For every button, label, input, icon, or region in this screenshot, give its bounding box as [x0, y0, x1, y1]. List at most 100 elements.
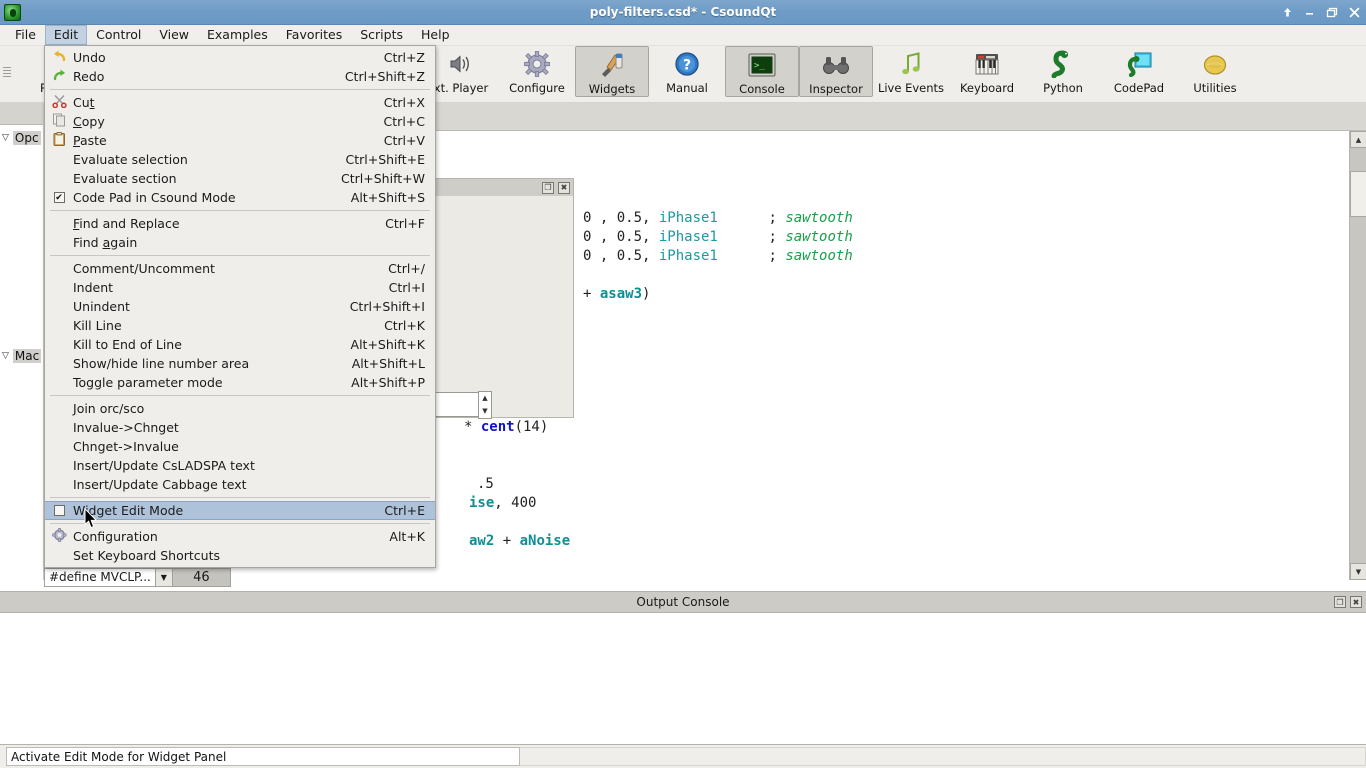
- define-combo[interactable]: #define MVCLP... ▼: [44, 567, 173, 587]
- widget-panel[interactable]: ❐ ✖ ▲ ▼: [431, 178, 574, 419]
- menu-item-find-and-replace[interactable]: Find and Replace Ctrl+F: [45, 214, 435, 233]
- code-token: asaw3: [599, 286, 643, 302]
- menu-separator: [50, 255, 430, 256]
- menu-item-evaluate-section[interactable]: Evaluate section Ctrl+Shift+W: [45, 169, 435, 188]
- spinbox-arrows[interactable]: ▲ ▼: [478, 391, 492, 419]
- spinbox[interactable]: ▲ ▼: [431, 391, 492, 419]
- menu-item-redo[interactable]: Redo Ctrl+Shift+Z: [45, 67, 435, 86]
- float-icon[interactable]: ❐: [542, 181, 554, 194]
- scroll-down-button[interactable]: ▼: [1350, 563, 1366, 580]
- menubar-item-favorites[interactable]: Favorites: [277, 25, 351, 45]
- menu-item-shortcut: Ctrl+Shift+W: [341, 171, 425, 186]
- menu-item-chnget-invalue[interactable]: Chnget->Invalue: [45, 437, 435, 456]
- code-token: .5: [477, 476, 494, 492]
- menu-item-undo[interactable]: Undo Ctrl+Z: [45, 48, 435, 67]
- toolbar-icon-wrap: [1048, 50, 1078, 80]
- edit-menu-dropdown[interactable]: Undo Ctrl+Z Redo Ctrl+Shift+Z Cut Ctrl+X Copy C…: [44, 45, 436, 568]
- code-token: 0 , 0.5,: [583, 210, 659, 226]
- float-icon[interactable]: ❐: [1334, 596, 1346, 608]
- close-icon[interactable]: ✖: [558, 181, 570, 194]
- code-token: cent: [480, 419, 515, 435]
- scroll-up-button[interactable]: ▲: [1350, 131, 1366, 148]
- toolbar-button-keyboard[interactable]: Keyboard: [949, 46, 1025, 99]
- toolbar-button-python[interactable]: Python: [1025, 46, 1101, 99]
- menubar-item-view[interactable]: View: [150, 25, 198, 45]
- sidebar-item-macros[interactable]: ▽ Mac: [0, 347, 43, 365]
- toolbar-button-label: Console: [739, 82, 785, 96]
- toolbar-drag-handle[interactable]: [3, 50, 11, 94]
- toolbar-button-live-events[interactable]: Live Events: [873, 46, 949, 99]
- config-gear-icon: [51, 528, 67, 545]
- menubar-item-control[interactable]: Control: [87, 25, 150, 45]
- toolbar-button-configure[interactable]: Configure: [499, 46, 575, 99]
- menu-item-paste[interactable]: Paste Ctrl+V: [45, 131, 435, 150]
- menu-item-copy[interactable]: Copy Ctrl+C: [45, 112, 435, 131]
- toolbar-button-console[interactable]: >_ Console: [725, 46, 799, 97]
- toolbar-button-utilities[interactable]: Utilities: [1177, 46, 1253, 99]
- menu-item-set-keyboard-shortcuts[interactable]: Set Keyboard Shortcuts: [45, 546, 435, 565]
- menu-item-label: Kill Line: [73, 318, 122, 333]
- output-console-body[interactable]: [0, 613, 1366, 745]
- menu-item-evaluate-selection[interactable]: Evaluate selection Ctrl+Shift+E: [45, 150, 435, 169]
- csound-icon: [4, 3, 21, 21]
- spinbox-down-icon[interactable]: ▼: [482, 408, 487, 415]
- menu-item-invalue-chnget[interactable]: Invalue->Chnget: [45, 418, 435, 437]
- code-token: ise: [469, 495, 495, 511]
- checkbox-checked-icon[interactable]: ✔: [53, 192, 65, 203]
- close-icon[interactable]: ✖: [1350, 596, 1362, 608]
- toolbar-button-inspector[interactable]: Inspector: [799, 46, 873, 97]
- menu-item-label: Insert/Update Cabbage text: [73, 477, 247, 492]
- minimize-icon[interactable]: [1304, 7, 1315, 18]
- code-line: ise, 400: [469, 494, 536, 513]
- sidebar-item-opcodes[interactable]: ▽ Opc: [0, 129, 43, 147]
- menu-item-kill-to-end-of-line[interactable]: Kill to End of Line Alt+Shift+K: [45, 335, 435, 354]
- menubar-item-edit[interactable]: Edit: [44, 25, 88, 45]
- menu-item-show-hide-line-number-area[interactable]: Show/hide line number area Alt+Shift+L: [45, 354, 435, 373]
- menu-item-toggle-parameter-mode[interactable]: Toggle parameter mode Alt+Shift+P: [45, 373, 435, 392]
- close-icon[interactable]: [1349, 7, 1360, 18]
- toolbar-icon-wrap: [522, 50, 552, 80]
- menu-item-cut[interactable]: Cut Ctrl+X: [45, 93, 435, 112]
- toolbar-button-codepad[interactable]: CodePad: [1101, 46, 1177, 99]
- menubar-item-examples[interactable]: Examples: [198, 25, 277, 45]
- spinbox-up-icon[interactable]: ▲: [482, 395, 487, 402]
- menubar-item-help[interactable]: Help: [412, 25, 459, 45]
- editor-vertical-scrollbar[interactable]: ▲ ▼: [1349, 131, 1366, 580]
- menu-item-insert-update-cabbage-text[interactable]: Insert/Update Cabbage text: [45, 475, 435, 494]
- menu-item-indent[interactable]: Indent Ctrl+I: [45, 278, 435, 297]
- piano-keyboard-icon: [974, 52, 1000, 79]
- menubar-item-file[interactable]: File: [6, 25, 45, 45]
- checkbox-unchecked-icon[interactable]: [53, 505, 65, 516]
- restore-icon[interactable]: [1326, 7, 1338, 18]
- scrollbar-thumb[interactable]: [1350, 171, 1366, 217]
- code-token: sawtooth: [785, 229, 853, 245]
- menu-item-insert-update-csladspa-text[interactable]: Insert/Update CsLADSPA text: [45, 456, 435, 475]
- toolbar-icon-wrap: [1124, 50, 1154, 80]
- shade-icon[interactable]: [1282, 7, 1293, 18]
- toolbar-button-label: Live Events: [877, 81, 945, 95]
- code-line: + asaw3): [583, 285, 650, 304]
- chevron-down-icon[interactable]: ▼: [154, 568, 172, 586]
- scissors-icon: [51, 94, 67, 111]
- menubar-item-scripts[interactable]: Scripts: [351, 25, 412, 45]
- sidebar-item-label: Opc: [12, 131, 41, 145]
- menu-item-shortcut: Ctrl+Z: [383, 50, 425, 65]
- menu-item-join-orc-sco[interactable]: Join orc/sco: [45, 399, 435, 418]
- menu-item-kill-line[interactable]: Kill Line Ctrl+K: [45, 316, 435, 335]
- menu-item-code-pad-in-csound-mode[interactable]: ✔ Code Pad in Csound Mode Alt+Shift+S: [45, 188, 435, 207]
- menu-item-label: Undo: [73, 50, 106, 65]
- menu-item-find-again[interactable]: Find again: [45, 233, 435, 252]
- menu-item-widget-edit-mode[interactable]: Widget Edit Mode Ctrl+E: [45, 501, 435, 520]
- menu-item-configuration[interactable]: Configuration Alt+K: [45, 527, 435, 546]
- code-token: aw2: [469, 533, 495, 549]
- utilities-icon: [1202, 51, 1228, 80]
- menu-item-unindent[interactable]: Unindent Ctrl+Shift+I: [45, 297, 435, 316]
- toolbar-button-widgets[interactable]: Widgets: [575, 46, 649, 97]
- menu-item-label: Kill to End of Line: [73, 337, 182, 352]
- toolbar-icon-wrap: [821, 51, 851, 81]
- toolbar-button-manual[interactable]: ? Manual: [649, 46, 725, 99]
- menu-item-comment-uncomment[interactable]: Comment/Uncomment Ctrl+/: [45, 259, 435, 278]
- code-token: ;: [717, 229, 786, 245]
- window-controls: [1282, 0, 1360, 25]
- menu-item-shortcut: Ctrl+K: [384, 318, 425, 333]
